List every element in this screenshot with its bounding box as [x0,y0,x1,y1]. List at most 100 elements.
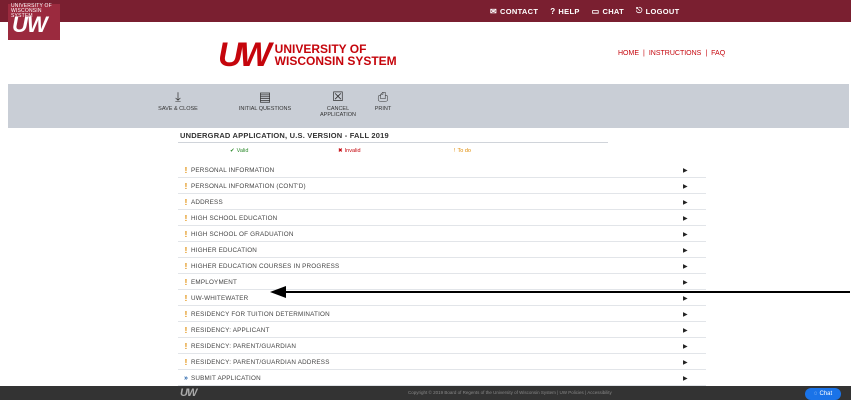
section-label: UW-WHITEWATER [191,294,249,302]
chevron-right-icon: ▶ [683,183,688,190]
legend-invalid: ✖ Invalid [338,148,361,154]
chevron-right-icon: ▶ [683,375,688,382]
section-high-school-education[interactable]: ! HIGH SCHOOL EDUCATION ▶ [178,211,706,226]
chevron-right-icon: ▶ [683,199,688,206]
x-icon: ✖ [338,148,343,154]
chat-bubble-icon: ◌ [813,391,818,397]
section-higher-education[interactable]: ! HIGHER EDUCATION ▶ [178,243,706,258]
chevron-right-icon: ▶ [683,215,688,222]
help-label: HELP [558,6,580,16]
print-icon: ⎙ [377,89,389,104]
section-submit-application[interactable]: » SUBMIT APPLICATION ▶ [178,371,706,386]
section-label: RESIDENCY: PARENT/GUARDIAN [191,342,297,350]
application-content: UNDERGRAD APPLICATION, U.S. VERSION - FA… [8,128,849,386]
chevron-right-icon: ▶ [683,327,688,334]
brand-words: UNIVERSITY OF WISCONSIN SYSTEM [275,43,397,67]
header-nav: HOME | INSTRUCTIONS | FAQ [618,50,725,57]
section-label: RESIDENCY: PARENT/GUARDIAN ADDRESS [191,358,330,366]
print-button[interactable]: ⎙ PRINT [370,89,396,113]
save-icon: ⤓ [175,89,181,104]
uw-system-logo[interactable]: UW UNIVERSITY OF WISCONSIN SYSTEM [218,38,397,72]
todo-icon: ! [184,181,188,191]
logout-link[interactable]: ⎋ LOGOUT [636,6,680,16]
nav-faq-link[interactable]: FAQ [711,50,725,57]
submit-icon: » [184,374,188,382]
save-close-button[interactable]: ⤓ SAVE & CLOSE [158,89,198,113]
todo-icon: ! [184,325,188,335]
cancel-application-button[interactable]: ☒ CANCEL APPLICATION [320,89,356,119]
legend-todo-label: To do [457,148,471,154]
section-residency-parent-guardian[interactable]: ! RESIDENCY: PARENT/GUARDIAN ▶ [178,339,706,354]
section-residency-tuition[interactable]: ! RESIDENCY FOR TUITION DETERMINATION ▶ [178,307,706,322]
logout-icon: ⎋ [635,6,643,15]
questions-icon: ▤ [258,89,272,104]
footer-uw-logo: UW [180,387,197,399]
nav-separator: | [705,50,708,57]
application-title: UNDERGRAD APPLICATION, U.S. VERSION - FA… [180,131,389,140]
section-label: PERSONAL INFORMATION (CONT'D) [191,182,306,190]
todo-icon: ! [184,357,188,367]
todo-icon: ! [184,165,188,175]
check-icon: ✔ [230,148,235,154]
chat-label: CHAT [602,6,624,16]
help-link[interactable]: ? HELP [550,7,579,16]
todo-icon: ! [184,309,188,319]
footer-copyright: Copyright © 2019 Board of Regents of the… [408,390,612,395]
todo-icon: ! [184,197,188,207]
chat-link[interactable]: ▭ CHAT [592,7,624,16]
chat-icon: ▭ [591,6,600,16]
section-address[interactable]: ! ADDRESS ▶ [178,195,706,210]
chevron-right-icon: ▶ [683,311,688,318]
section-high-school-of-graduation[interactable]: ! HIGH SCHOOL OF GRADUATION ▶ [178,227,706,242]
chevron-right-icon: ▶ [683,263,688,270]
section-label: HIGH SCHOOL EDUCATION [191,214,278,222]
print-label: PRINT [374,106,392,112]
section-label: RESIDENCY FOR TUITION DETERMINATION [191,310,330,318]
chevron-right-icon: ▶ [683,359,688,366]
top-bar: ✉ CONTACT ? HELP ▭ CHAT ⎋ LOGOUT [0,0,851,22]
legend-invalid-label: Invalid [344,148,361,154]
todo-icon: ! [184,213,188,223]
section-higher-education-courses[interactable]: ! HIGHER EDUCATION COURSES IN PROGRESS ▶ [178,259,706,274]
todo-icon: ! [184,277,188,287]
todo-icon: ! [184,293,188,303]
todo-icon: ! [184,245,188,255]
section-residency-parent-guardian-address[interactable]: ! RESIDENCY: PARENT/GUARDIAN ADDRESS ▶ [178,355,706,370]
section-label: HIGHER EDUCATION [191,246,258,254]
chat-button[interactable]: ◌ Chat [805,388,841,400]
initial-questions-label: INITIAL QUESTIONS [238,106,292,112]
annotation-arrow [270,286,850,298]
section-personal-information[interactable]: ! PERSONAL INFORMATION ▶ [178,163,706,178]
nav-home-link[interactable]: HOME [618,50,639,57]
section-personal-information-contd[interactable]: ! PERSONAL INFORMATION (CONT'D) ▶ [178,179,706,194]
section-label: HIGH SCHOOL OF GRADUATION [191,230,294,238]
corner-uw-logo[interactable]: UNIVERSITY OF WISCONSIN SYSTEM UW [8,4,60,40]
section-label: RESIDENCY: APPLICANT [191,326,270,334]
chevron-right-icon: ▶ [683,167,688,174]
todo-icon: ! [184,341,188,351]
todo-icon: ! [184,229,188,239]
help-icon: ? [550,6,556,16]
exclamation-icon: ! [454,148,456,154]
section-label: HIGHER EDUCATION COURSES IN PROGRESS [191,262,340,270]
chevron-right-icon: ▶ [683,343,688,350]
chevron-right-icon: ▶ [683,247,688,254]
contact-link[interactable]: ✉ CONTACT [490,7,538,16]
legend-todo: ! To do [454,148,471,154]
site-footer: UW Copyright © 2019 Board of Regents of … [0,386,851,400]
uw-mark: UW [218,36,272,74]
nav-separator: | [643,50,645,57]
envelope-icon: ✉ [490,6,498,16]
chat-button-label: Chat [819,391,833,397]
title-divider [178,142,608,143]
initial-questions-button[interactable]: ▤ INITIAL QUESTIONS [230,89,300,113]
todo-icon: ! [184,261,188,271]
save-close-label: SAVE & CLOSE [158,106,198,112]
chevron-right-icon: ▶ [683,279,688,286]
section-residency-applicant[interactable]: ! RESIDENCY: APPLICANT ▶ [178,323,706,338]
cancel-icon: ☒ [332,89,344,104]
legend-valid-label: Valid [236,148,249,154]
logout-label: LOGOUT [645,6,680,16]
cancel-application-label: CANCEL APPLICATION [320,106,356,118]
nav-instructions-link[interactable]: INSTRUCTIONS [649,50,702,57]
